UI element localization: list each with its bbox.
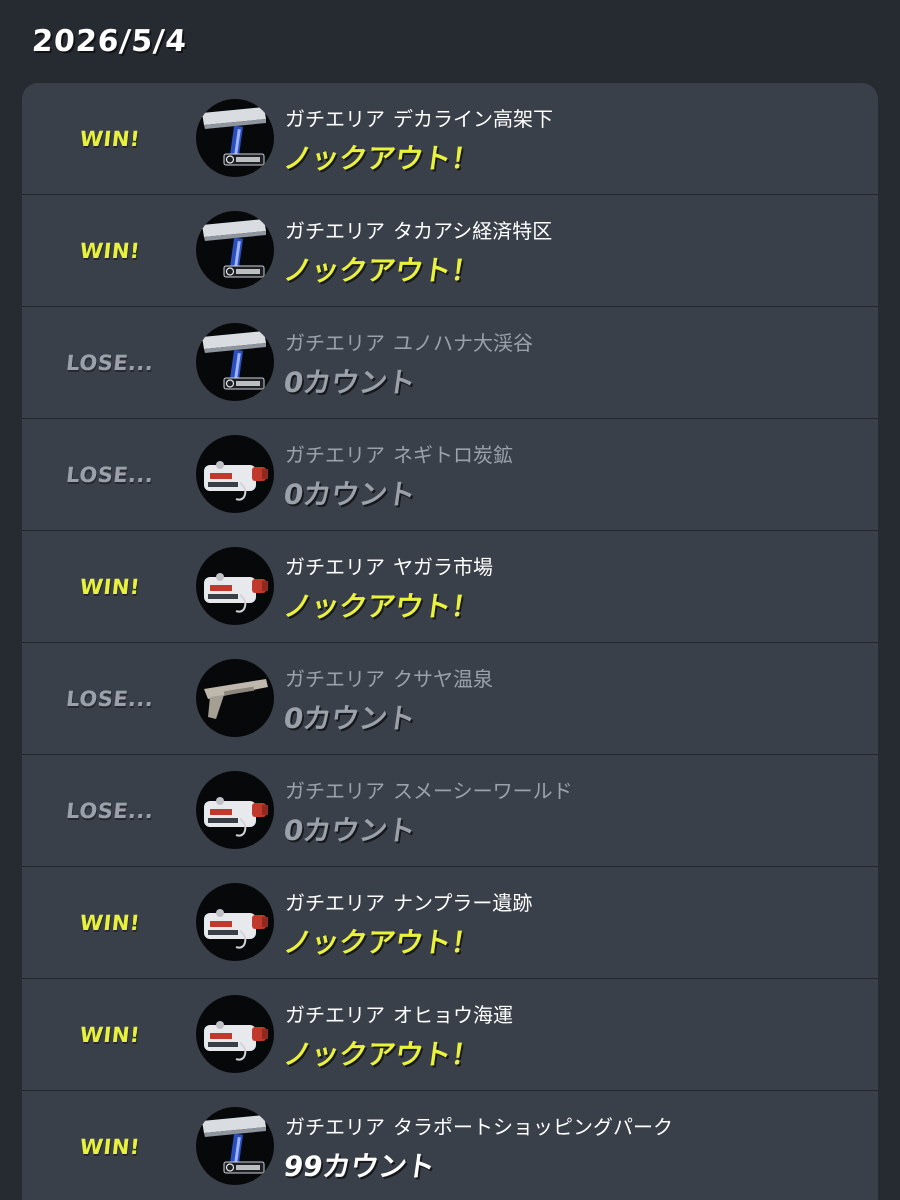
count-result: 0カウント: [281, 478, 418, 511]
battle-history-page: 2026/5/4 WIN! ガチエリア デカライン高架下 ノックアウト！ WIN!…: [0, 0, 900, 1200]
stage-line: ガチエリア クサヤ温泉: [285, 663, 493, 692]
count-result: ノックアウト！: [281, 926, 482, 959]
date-header: 2026/5/4: [30, 24, 189, 59]
stage-name: デカライン高架下: [393, 107, 553, 131]
stage-line: ガチエリア ナンプラー遺跡: [285, 887, 532, 916]
count-result: 0カウント: [281, 814, 418, 847]
battle-row-3[interactable]: LOSE... ガチエリア ユノハナ大渓谷 0カウント: [22, 307, 878, 419]
stage-name: オヒョウ海運: [393, 1003, 513, 1027]
stage-name: クサヤ温泉: [393, 667, 493, 691]
blaster-icon: [196, 771, 274, 849]
stage-name: ナンプラー遺跡: [393, 891, 533, 915]
result-label: WIN!: [78, 910, 142, 935]
mode-label: ガチエリア: [285, 667, 385, 691]
battle-row-10[interactable]: WIN! ガチエリア タラポートショッピングパーク 99カウント: [22, 1091, 878, 1200]
battle-row-2[interactable]: WIN! ガチエリア タカアシ経済特区 ノックアウト！: [22, 195, 878, 307]
stage-name: ネギトロ炭鉱: [393, 443, 513, 467]
stage-line: ガチエリア ネギトロ炭鉱: [285, 439, 513, 468]
stage-name: タラポートショッピングパーク: [393, 1115, 673, 1139]
mode-label: ガチエリア: [285, 443, 385, 467]
count-result: ノックアウト！: [281, 590, 482, 623]
battle-row-8[interactable]: WIN! ガチエリア ナンプラー遺跡 ノックアウト！: [22, 867, 878, 979]
blaster-icon: [196, 883, 274, 961]
roller-icon: [196, 211, 274, 289]
blaster-icon: [196, 995, 274, 1073]
stage-name: タカアシ経済特区: [393, 219, 553, 243]
result-label: WIN!: [78, 1022, 142, 1047]
stage-line: ガチエリア オヒョウ海運: [285, 999, 513, 1028]
result-label: WIN!: [78, 1134, 142, 1159]
result-label: LOSE...: [65, 798, 155, 823]
mode-label: ガチエリア: [285, 1003, 385, 1027]
mode-label: ガチエリア: [285, 555, 385, 579]
count-result: ノックアウト！: [281, 254, 482, 287]
mode-label: ガチエリア: [285, 891, 385, 915]
battle-row-7[interactable]: LOSE... ガチエリア スメーシーワールド 0カウント: [22, 755, 878, 867]
stage-name: スメーシーワールド: [393, 779, 573, 803]
result-label: WIN!: [78, 238, 142, 263]
count-result: 0カウント: [281, 702, 418, 735]
stage-name: ユノハナ大渓谷: [393, 331, 533, 355]
stage-line: ガチエリア タラポートショッピングパーク: [285, 1111, 673, 1140]
roller-icon: [196, 99, 274, 177]
mode-label: ガチエリア: [285, 107, 385, 131]
mode-label: ガチエリア: [285, 1115, 385, 1139]
roller-icon: [196, 1107, 274, 1185]
mode-label: ガチエリア: [285, 779, 385, 803]
mode-label: ガチエリア: [285, 331, 385, 355]
result-label: WIN!: [78, 574, 142, 599]
shooter-icon: [196, 659, 274, 737]
mode-label: ガチエリア: [285, 219, 385, 243]
count-result: 99カウント: [281, 1150, 438, 1183]
result-label: LOSE...: [65, 686, 155, 711]
battle-row-1[interactable]: WIN! ガチエリア デカライン高架下 ノックアウト！: [22, 83, 878, 195]
stage-name: ヤガラ市場: [393, 555, 493, 579]
count-result: ノックアウト！: [281, 142, 482, 175]
count-result: ノックアウト！: [281, 1038, 482, 1071]
stage-line: ガチエリア スメーシーワールド: [285, 775, 573, 804]
result-label: LOSE...: [65, 462, 155, 487]
battle-row-5[interactable]: WIN! ガチエリア ヤガラ市場 ノックアウト！: [22, 531, 878, 643]
battle-row-6[interactable]: LOSE... ガチエリア クサヤ温泉 0カウント: [22, 643, 878, 755]
battle-row-4[interactable]: LOSE... ガチエリア ネギトロ炭鉱 0カウント: [22, 419, 878, 531]
blaster-icon: [196, 547, 274, 625]
stage-line: ガチエリア タカアシ経済特区: [285, 215, 552, 244]
blaster-icon: [196, 435, 274, 513]
stage-line: ガチエリア デカライン高架下: [285, 103, 553, 132]
battle-row-9[interactable]: WIN! ガチエリア オヒョウ海運 ノックアウト！: [22, 979, 878, 1091]
stage-line: ガチエリア ユノハナ大渓谷: [285, 327, 533, 356]
stage-line: ガチエリア ヤガラ市場: [285, 551, 493, 580]
count-result: 0カウント: [281, 366, 418, 399]
battle-list: WIN! ガチエリア デカライン高架下 ノックアウト！ WIN! ガチエリア タカア…: [22, 83, 878, 1200]
roller-icon: [196, 323, 274, 401]
result-label: WIN!: [78, 126, 142, 151]
result-label: LOSE...: [65, 350, 155, 375]
